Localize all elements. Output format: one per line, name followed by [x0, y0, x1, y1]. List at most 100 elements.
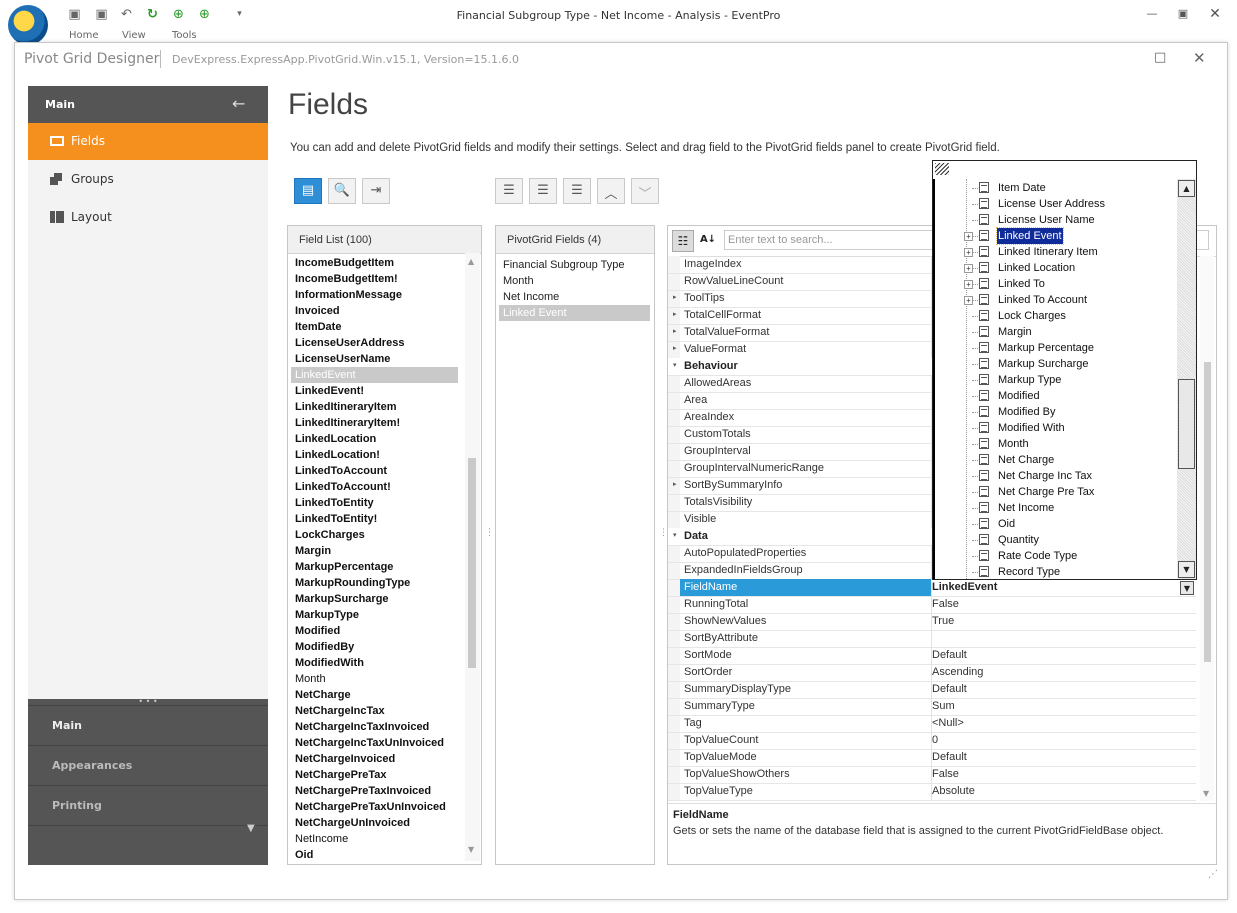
field-list-item[interactable]: MarkupType [291, 607, 458, 623]
field-list-item[interactable]: Margin [291, 543, 458, 559]
add-field-button[interactable]: ☰ [495, 178, 523, 204]
field-list-item[interactable]: NetChargeIncTaxUnInvoiced [291, 735, 458, 751]
field-list-item[interactable]: InformationMessage [291, 287, 458, 303]
field-list-item[interactable]: LinkedLocation! [291, 447, 458, 463]
field-list-item[interactable]: MarkupSurcharge [291, 591, 458, 607]
collapse-arrow-icon[interactable]: ▾ [673, 361, 677, 369]
tab-tools[interactable]: Tools [172, 30, 197, 41]
dropdown-tree-item[interactable]: Month [935, 436, 1179, 452]
scroll-down-icon[interactable]: ▼ [1203, 789, 1209, 798]
tab-view[interactable]: View [122, 30, 146, 41]
nav-group-appearances[interactable]: Appearances [28, 745, 268, 786]
field-list-item[interactable]: IncomeBudgetItem [291, 255, 458, 271]
property-row[interactable]: SortByAttribute [668, 630, 1196, 648]
property-row[interactable]: ShowNewValues True [668, 613, 1196, 631]
property-row[interactable]: RunningTotal False [668, 596, 1196, 614]
dropdown-tree-item[interactable]: Markup Percentage [935, 340, 1179, 356]
expand-arrow-icon[interactable]: ▸ [673, 344, 677, 352]
field-list-item[interactable]: LicenseUserName [291, 351, 458, 367]
field-list-item[interactable]: Modified [291, 623, 458, 639]
expand-arrow-icon[interactable]: ▸ [673, 327, 677, 335]
scroll-thumb[interactable] [468, 458, 476, 668]
field-list-item[interactable]: NetChargeUnInvoiced [291, 815, 458, 831]
dropdown-tree-item[interactable]: Quantity [935, 532, 1179, 548]
pivotgrid-field-item[interactable]: Net Income [499, 289, 650, 305]
dropdown-arrow-icon[interactable]: ▼ [1180, 581, 1194, 595]
property-row[interactable]: SummaryType Sum [668, 698, 1196, 716]
property-value[interactable]: Absolute [932, 785, 975, 797]
resize-grip-icon[interactable]: ⋰ [1208, 869, 1218, 880]
dropdown-resize-bar[interactable] [933, 161, 1196, 180]
field-list-item[interactable]: MarkupPercentage [291, 559, 458, 575]
field-list-item[interactable]: LockCharges [291, 527, 458, 543]
property-value[interactable]: LinkedEvent [932, 581, 997, 593]
dropdown-tree-item[interactable]: Lock Charges [935, 308, 1179, 324]
property-row[interactable]: SortOrder Ascending [668, 664, 1196, 682]
dropdown-tree-item[interactable]: + Linked Location [935, 260, 1179, 276]
field-list-item[interactable]: MarkupRoundingType [291, 575, 458, 591]
dropdown-tree-item[interactable]: Item Date [935, 180, 1179, 196]
field-list-item[interactable]: LinkedEvent! [291, 383, 458, 399]
nav-item-groups[interactable]: Groups [28, 161, 268, 198]
nav-item-fields[interactable]: Fields [28, 123, 268, 160]
restore-icon[interactable]: ▣ [1173, 6, 1193, 22]
splitter-grip[interactable]: ⋮ [485, 529, 494, 538]
dropdown-tree-item[interactable]: Rate Code Type [935, 548, 1179, 564]
nav-group-main[interactable]: Main [28, 705, 268, 746]
minimize-icon[interactable]: — [1142, 6, 1162, 22]
dropdown-tree-item[interactable]: + Linked Event [935, 227, 1179, 245]
field-list-scrollbar[interactable]: ▲ ▼ [465, 253, 480, 861]
dropdown-tree-item[interactable]: + Linked Itinerary Item [935, 244, 1179, 260]
property-row[interactable]: Tag <Null> [668, 715, 1196, 733]
property-grid-scrollbar[interactable]: ▼ [1200, 256, 1214, 801]
field-list-item[interactable]: NetChargeInvoiced [291, 751, 458, 767]
alphabetical-icon[interactable]: A↓ [698, 230, 718, 250]
dropdown-tree-item[interactable]: Oid [935, 516, 1179, 532]
property-row[interactable]: SummaryDisplayType Default [668, 681, 1196, 699]
move-down-button[interactable]: ﹀ [631, 178, 659, 204]
field-list-item[interactable]: ModifiedBy [291, 639, 458, 655]
dropdown-tree-item[interactable]: License User Address [935, 196, 1179, 212]
property-row[interactable]: TopValueType Absolute [668, 783, 1196, 801]
pivotgrid-field-item[interactable]: Financial Subgroup Type [499, 257, 650, 273]
fieldname-dropdown[interactable]: Item Date License User Address License Use… [932, 160, 1197, 580]
field-list-item[interactable]: NetChargePreTaxInvoiced [291, 783, 458, 799]
move-up-button[interactable]: ︿ [597, 178, 625, 204]
dropdown-tree-item[interactable]: Markup Type [935, 372, 1179, 388]
dropdown-tree-item[interactable]: Net Charge Pre Tax [935, 484, 1179, 500]
resize-grip-icon[interactable] [935, 163, 949, 175]
dropdown-tree-item[interactable]: + Linked To [935, 276, 1179, 292]
dropdown-tree-item[interactable]: License User Name [935, 212, 1179, 228]
list-view-button[interactable]: ▤ [294, 178, 322, 204]
dropdown-tree-item[interactable]: Net Charge [935, 452, 1179, 468]
field-list-item[interactable]: IncomeBudgetItem! [291, 271, 458, 287]
property-row[interactable]: TopValueMode Default [668, 749, 1196, 767]
field-list-item[interactable]: LinkedToAccount! [291, 479, 458, 495]
field-list-item[interactable]: NetIncome [291, 831, 458, 847]
field-list-item[interactable]: Invoiced [291, 303, 458, 319]
field-list-item[interactable]: ModifiedWith [291, 655, 458, 671]
insert-field-button[interactable]: ☰ [529, 178, 557, 204]
categorized-icon[interactable]: ☷ [672, 230, 694, 252]
property-row[interactable]: TopValueShowOthers False [668, 766, 1196, 784]
nav-item-layout[interactable]: Layout [28, 199, 268, 236]
field-list-item[interactable]: NetCharge [291, 687, 458, 703]
pivotgrid-field-item[interactable]: Month [499, 273, 650, 289]
close-icon[interactable]: ✕ [1205, 6, 1225, 22]
property-row[interactable]: TopValueCount 0 [668, 732, 1196, 750]
property-value[interactable]: Sum [932, 700, 955, 712]
field-list-item[interactable]: NetChargeIncTaxInvoiced [291, 719, 458, 735]
property-value[interactable]: <Null> [932, 717, 964, 729]
field-list-item[interactable]: NetChargePreTax [291, 767, 458, 783]
field-list-item[interactable]: NetChargeIncTax [291, 703, 458, 719]
expand-arrow-icon[interactable]: ▸ [673, 480, 677, 488]
property-row[interactable]: FieldName LinkedEvent [668, 579, 1196, 597]
dropdown-tree-item[interactable]: Net Income [935, 500, 1179, 516]
retrieve-fields-button[interactable]: ⇥ [362, 178, 390, 204]
dropdown-tree-item[interactable]: Record Type [935, 564, 1179, 579]
pivotgrid-field-item[interactable]: Linked Event [499, 305, 650, 321]
scroll-down-icon[interactable]: ▼ [468, 845, 474, 854]
field-list-item[interactable]: LinkedItineraryItem [291, 399, 458, 415]
dropdown-tree-item[interactable]: Modified [935, 388, 1179, 404]
field-list-item[interactable]: LinkedEvent [291, 367, 458, 383]
